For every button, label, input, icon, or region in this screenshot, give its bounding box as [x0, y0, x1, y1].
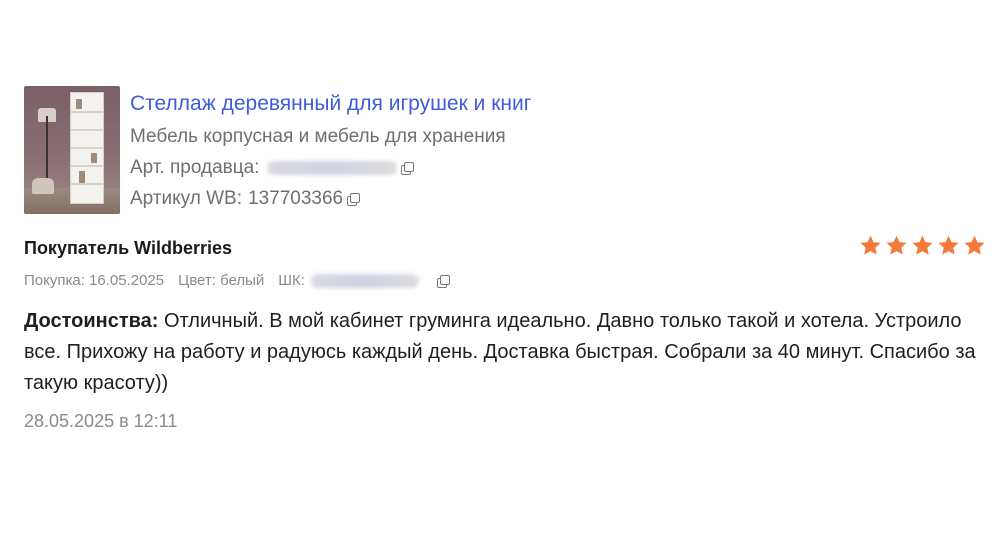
- star-icon: [860, 235, 881, 255]
- wb-article-row: Артикул WB: 137703366: [130, 188, 531, 210]
- purchase-date: Покупка: 16.05.2025: [24, 272, 165, 289]
- star-icon: [886, 235, 907, 255]
- product-image[interactable]: [24, 86, 120, 214]
- rating-stars: [859, 234, 986, 257]
- copy-icon[interactable]: [436, 274, 450, 288]
- wb-article-label: Артикул WB:: [130, 188, 242, 209]
- seller-article-label: Арт. продавца:: [130, 157, 260, 178]
- review-text: Достоинства: Отличный. В мой кабинет гру…: [24, 306, 984, 399]
- seller-article-row: Арт. продавца:: [130, 157, 531, 179]
- star-icon: [964, 235, 985, 255]
- copy-icon[interactable]: [400, 161, 415, 175]
- seller-article-redacted: [267, 161, 398, 175]
- pros-label: Достоинства:: [24, 310, 159, 332]
- product-color: Цвет: белый: [178, 272, 265, 289]
- review-meta: Покупка: 16.05.2025 Цвет: белый ШК:: [24, 272, 464, 289]
- product-block: Стеллаж деревянный для игрушек и книг Ме…: [24, 86, 531, 219]
- product-category: Мебель корпусная и мебель для хранения: [130, 126, 506, 147]
- product-info: Стеллаж деревянный для игрушек и книг Ме…: [130, 86, 531, 219]
- product-title-link[interactable]: Стеллаж деревянный для игрушек и книг: [130, 92, 531, 116]
- star-icon: [912, 235, 933, 255]
- review-author: Покупатель Wildberries: [24, 238, 233, 258]
- wb-article-value: 137703366: [248, 188, 344, 209]
- shk-label: ШК:: [278, 272, 305, 289]
- review-card: Стеллаж деревянный для игрушек и книг Ме…: [0, 0, 1000, 545]
- copy-icon[interactable]: [346, 192, 361, 206]
- pros-text: Отличный. В мой кабинет груминга идеальн…: [24, 310, 976, 394]
- star-icon: [938, 235, 959, 255]
- review-date: 28.05.2025 в 12:11: [24, 411, 178, 431]
- shk-redacted: [310, 273, 419, 288]
